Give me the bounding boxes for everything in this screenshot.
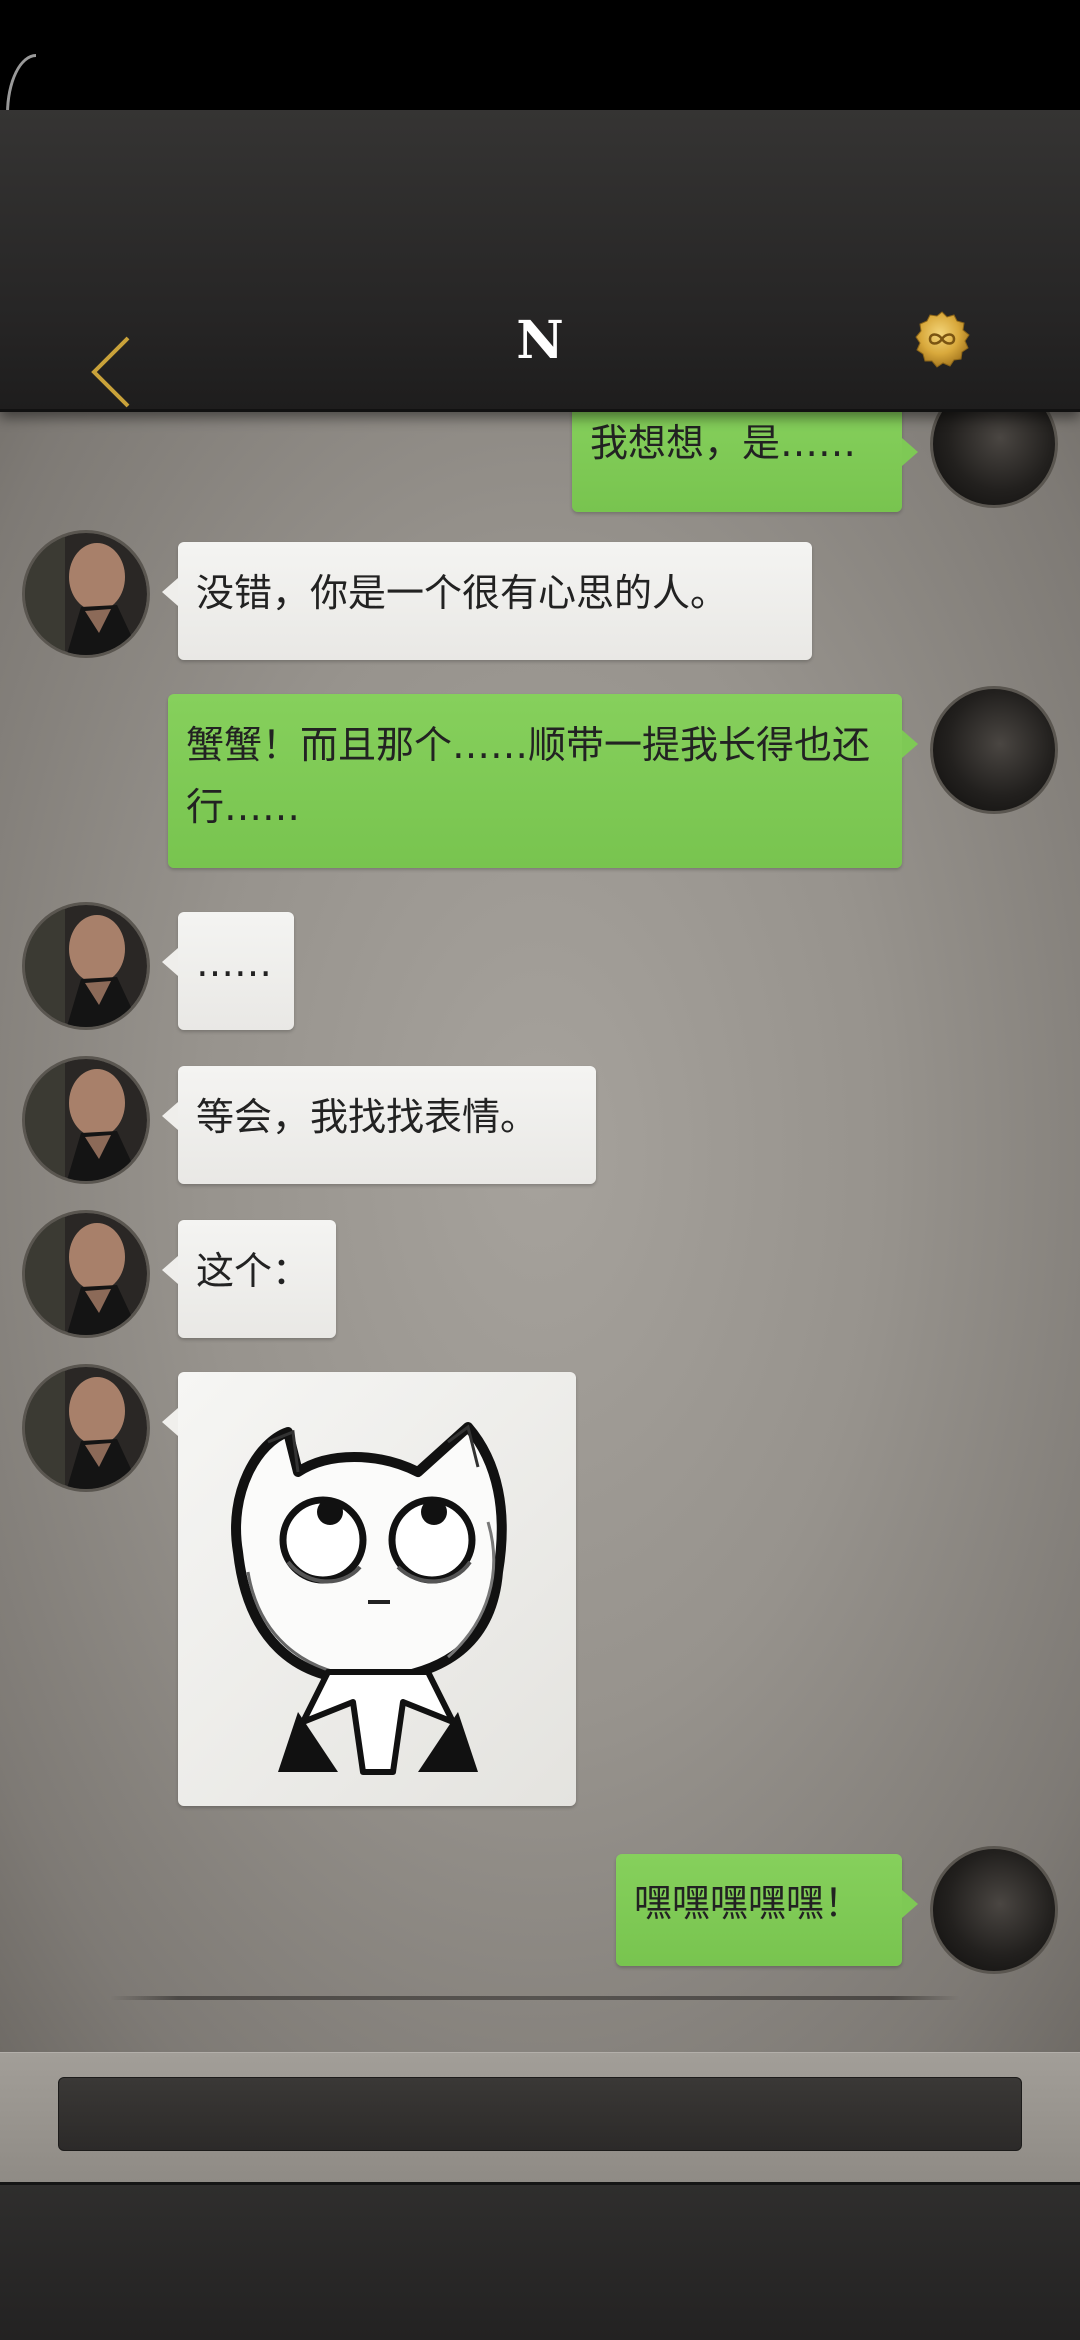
contact-avatar[interactable] [22, 1364, 150, 1492]
message-bubble-outgoing[interactable]: 嘿嘿嘿嘿嘿！ [616, 1854, 918, 1966]
my-avatar[interactable] [930, 1846, 1058, 1974]
message-bubble-incoming[interactable]: 没错，你是一个很有心思的人。 [162, 542, 812, 660]
message-bubble-outgoing[interactable]: 我想想，是…… [572, 412, 918, 512]
my-avatar[interactable] [930, 412, 1058, 508]
message-bubble-incoming[interactable]: …… [162, 912, 294, 1030]
infinity-seal-icon[interactable] [913, 310, 971, 368]
top-navigation-bar: N [0, 110, 1080, 412]
bottom-bar [0, 2182, 1080, 2340]
my-avatar[interactable] [930, 686, 1058, 814]
divider-line [110, 1996, 960, 2000]
message-input[interactable] [58, 2077, 1022, 2151]
message-bubble-outgoing[interactable]: 蟹蟹！而且那个……顺带一提我长得也还行…… [168, 694, 918, 868]
contact-avatar[interactable] [22, 1210, 150, 1338]
contact-avatar[interactable] [22, 1056, 150, 1184]
status-bar [0, 0, 1080, 184]
message-bubble-incoming[interactable]: 这个： [162, 1220, 336, 1338]
cartoon-cat-sticker[interactable] [162, 1372, 576, 1806]
contact-avatar[interactable] [22, 902, 150, 1030]
message-bubble-incoming[interactable]: 等会，我找找表情。 [162, 1066, 596, 1184]
chat-area[interactable]: 我想想，是…… 没错，你是一个很有心思的人。 蟹蟹！而且那个……顺带一提我长得也… [0, 412, 1080, 2052]
contact-avatar[interactable] [22, 530, 150, 658]
